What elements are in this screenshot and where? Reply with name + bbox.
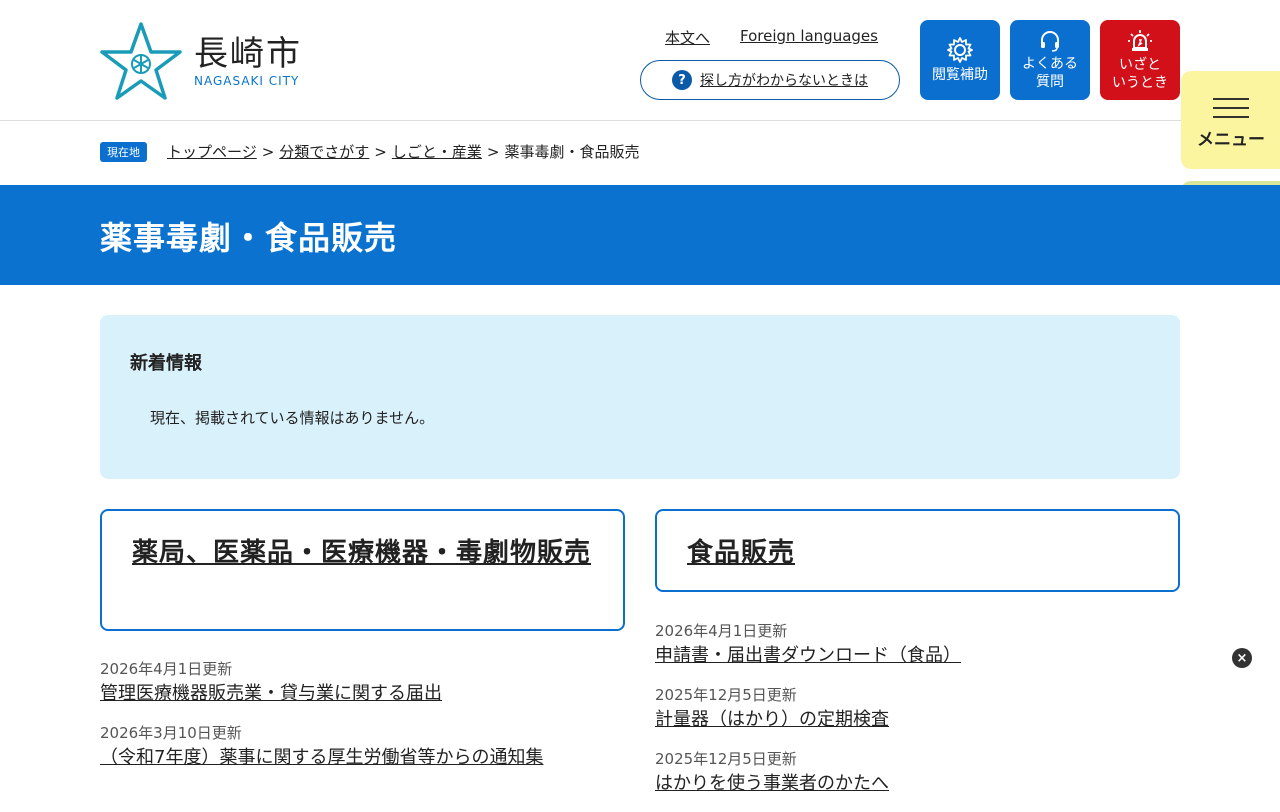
top-links: 本文へ Foreign languages [665,27,878,48]
emergency-button[interactable]: いざと いうとき [1100,20,1180,100]
category-box-food: 食品販売 [655,509,1180,592]
accessibility-label: 閲覧補助 [932,67,988,83]
list-item: 2025年12月5日更新 計量器（はかり）の定期検査 [655,684,1180,734]
logo-title: 長崎市 [194,34,302,74]
site-header: 長崎市 NAGASAKI CITY 本文へ Foreign languages … [0,0,1280,121]
menu-label: メニュー [1197,129,1265,150]
news-empty-text: 現在、掲載されている情報はありません。 [150,409,435,427]
list-item: 2026年4月1日更新 申請書・届出書ダウンロード（食品） [655,620,1180,670]
breadcrumb-current: 薬事毒劇・食品販売 [504,143,640,161]
menu-button[interactable]: メニュー [1181,71,1280,169]
foreign-languages-link[interactable]: Foreign languages [740,27,878,48]
breadcrumb: 現在地 トップページ > 分類でさがす > しごと・産業 > 薬事毒劇・食品販売 [100,141,639,162]
entry-link[interactable]: 計量器（はかり）の定期検査 [655,709,889,730]
search-help-label: 探し方がわからないときは [700,73,868,89]
gear-icon [947,37,973,63]
search-help-button[interactable]: ? 探し方がわからないときは [640,60,900,100]
breadcrumb-separator: > [486,142,500,161]
headset-icon [1041,31,1059,52]
skip-to-content-link[interactable]: 本文へ [665,27,710,48]
faq-button[interactable]: よくある 質問 [1010,20,1090,100]
entry-date: 2025年12月5日更新 [655,750,797,768]
question-icon: ? [672,70,692,90]
star-logo-icon [100,22,182,100]
accessibility-button[interactable]: 閲覧補助 [920,20,1000,100]
breadcrumb-separator: > [374,142,387,161]
news-box: 新着情報 現在、掲載されている情報はありません。 [100,315,1180,479]
faq-label-line1: よくある [1022,56,1078,72]
entry-link[interactable]: 管理医療機器販売業・貸与業に関する届出 [100,683,442,704]
entry-date: 2026年4月1日更新 [100,660,233,678]
breadcrumb-work[interactable]: しごと・産業 [392,141,482,162]
site-logo[interactable]: 長崎市 NAGASAKI CITY [100,22,302,100]
emergency-label-line1: いざと [1119,57,1161,73]
breadcrumb-category[interactable]: 分類でさがす [279,141,369,162]
current-location-badge: 現在地 [100,141,147,162]
entry-date: 2025年12月5日更新 [655,686,797,704]
category-box-pharmacy: 薬局、医薬品・医療機器・毒劇物販売 [100,509,625,631]
breadcrumb-separator: > [261,142,275,161]
list-item: 2026年4月1日更新 管理医療機器販売業・貸与業に関する届出 [100,658,625,708]
close-icon[interactable]: × [1232,648,1252,668]
hamburger-icon [1213,91,1249,125]
list-item: 2026年3月10日更新 （令和7年度）薬事に関する厚生労働省等からの通知集 [100,722,625,772]
list-item: 2025年12月5日更新 はかりを使う事業者のかたへ [655,748,1180,798]
entry-list-pharmacy: 2026年4月1日更新 管理医療機器販売業・貸与業に関する届出 2026年3月1… [100,658,625,786]
title-band: 薬事毒劇・食品販売 [0,185,1280,285]
entry-date: 2026年4月1日更新 [655,622,788,640]
breadcrumb-top[interactable]: トップページ [167,141,257,162]
emergency-label-line2: いうとき [1112,75,1168,91]
entry-list-food: 2026年4月1日更新 申請書・届出書ダウンロード（食品） 2025年12月5日… [655,620,1180,812]
entry-link[interactable]: はかりを使う事業者のかたへ [655,773,889,794]
siren-icon [1128,30,1152,51]
entry-link[interactable]: （令和7年度）薬事に関する厚生労働省等からの通知集 [100,747,543,768]
page-title: 薬事毒劇・食品販売 [100,219,398,257]
entry-date: 2026年3月10日更新 [100,724,242,742]
faq-label-line2: 質問 [1036,74,1064,90]
logo-subtitle: NAGASAKI CITY [194,74,300,88]
news-heading: 新着情報 [130,353,202,374]
category-link-food[interactable]: 食品販売 [687,538,795,568]
entry-link[interactable]: 申請書・届出書ダウンロード（食品） [655,645,961,666]
category-link-pharmacy[interactable]: 薬局、医薬品・医療機器・毒劇物販売 [132,538,591,568]
